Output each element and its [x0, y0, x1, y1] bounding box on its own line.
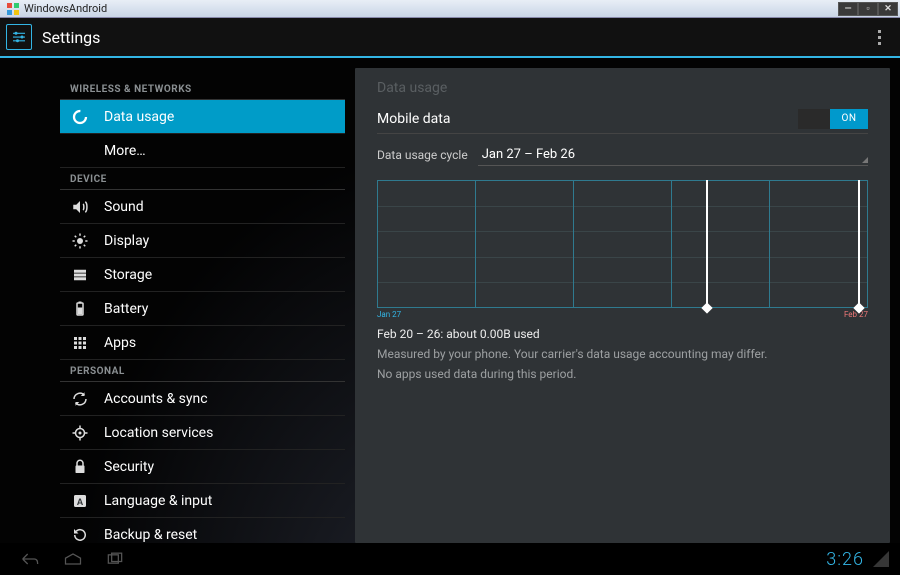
storage-icon — [70, 265, 90, 285]
system-bar: 3:26 — [0, 543, 900, 575]
cycle-value: Jan 27 – Feb 26 — [482, 147, 575, 162]
sidebar-item-data-usage[interactable]: Data usage — [60, 100, 345, 134]
language-icon: A — [70, 491, 90, 511]
sidebar-item-label: Battery — [104, 301, 148, 317]
overflow-menu-button[interactable] — [864, 17, 894, 57]
signal-icon — [872, 550, 890, 568]
window-titlebar: WindowsAndroid — ▫ ✕ — [0, 0, 900, 18]
backup-icon — [70, 525, 90, 545]
cycle-dropdown[interactable]: Jan 27 – Feb 26 — [478, 144, 868, 166]
page-title: Settings — [42, 28, 100, 47]
mobile-data-label: Mobile data — [377, 111, 798, 127]
back-button[interactable] — [10, 543, 52, 575]
sidebar-item-label: Apps — [104, 335, 136, 351]
status-clock[interactable]: 3:26 — [826, 549, 864, 570]
sync-icon — [70, 389, 90, 409]
sidebar-item-battery[interactable]: Battery — [60, 292, 345, 326]
app-icon — [6, 2, 20, 16]
location-icon — [70, 423, 90, 443]
svg-text:A: A — [77, 496, 84, 506]
sidebar-item-storage[interactable]: Storage — [60, 258, 345, 292]
sidebar-item-label: Location services — [104, 425, 213, 441]
cycle-row: Data usage cycle Jan 27 – Feb 26 — [377, 134, 868, 176]
section-header-device: DEVICE — [60, 168, 345, 190]
sound-icon — [70, 197, 90, 217]
lock-icon — [70, 457, 90, 477]
sidebar-item-label: Security — [104, 459, 154, 475]
sidebar-item-apps[interactable]: Apps — [60, 326, 345, 360]
sidebar-item-sound[interactable]: Sound — [60, 190, 345, 224]
usage-summary: Feb 20 – 26: about 0.00B used — [377, 327, 868, 341]
sidebar-item-location[interactable]: Location services — [60, 416, 345, 450]
data-usage-icon — [70, 107, 90, 127]
switch-state: ON — [830, 109, 868, 129]
content-area: WIRELESS & NETWORKS Data usage More… DEV… — [0, 58, 900, 543]
sidebar-item-more[interactable]: More… — [60, 134, 345, 168]
range-selector-start[interactable] — [706, 180, 708, 308]
sidebar-item-label: Data usage — [104, 109, 174, 125]
detail-pane: Data usage Mobile data ON Data usage cyc… — [355, 68, 890, 543]
sidebar-item-label: More… — [104, 143, 146, 159]
sidebar-item-label: Storage — [104, 267, 152, 283]
battery-icon — [70, 299, 90, 319]
detail-header: Data usage — [377, 80, 868, 104]
no-apps-note: No apps used data during this period. — [377, 367, 868, 381]
close-button[interactable]: ✕ — [878, 2, 898, 16]
sidebar-item-security[interactable]: Security — [60, 450, 345, 484]
settings-sidebar: WIRELESS & NETWORKS Data usage More… DEV… — [60, 68, 345, 543]
display-icon — [70, 231, 90, 251]
sidebar-item-label: Backup & reset — [104, 527, 197, 543]
minimize-button[interactable]: — — [838, 2, 858, 16]
maximize-button[interactable]: ▫ — [858, 2, 878, 16]
sidebar-item-display[interactable]: Display — [60, 224, 345, 258]
home-button[interactable] — [52, 543, 94, 575]
chart-x-labels: Jan 27 Feb 27 — [377, 310, 868, 319]
range-selector-end[interactable] — [858, 180, 860, 308]
mobile-data-row: Mobile data ON — [377, 104, 868, 134]
section-header-personal: PERSONAL — [60, 360, 345, 382]
android-root: Settings WIRELESS & NETWORKS Data usage … — [0, 18, 900, 575]
sidebar-item-label: Accounts & sync — [104, 391, 208, 407]
sidebar-item-language[interactable]: A Language & input — [60, 484, 345, 518]
sidebar-item-label: Language & input — [104, 493, 212, 509]
recents-button[interactable] — [94, 543, 136, 575]
sidebar-item-label: Sound — [104, 199, 144, 215]
mobile-data-switch[interactable]: ON — [798, 109, 868, 129]
sidebar-item-accounts-sync[interactable]: Accounts & sync — [60, 382, 345, 416]
window-title: WindowsAndroid — [24, 2, 838, 15]
cycle-label: Data usage cycle — [377, 148, 468, 162]
action-bar: Settings — [0, 18, 900, 58]
settings-icon — [6, 24, 32, 50]
sidebar-item-label: Display — [104, 233, 149, 249]
chart-x-start: Jan 27 — [377, 310, 401, 319]
section-header-wireless: WIRELESS & NETWORKS — [60, 78, 345, 100]
measured-note: Measured by your phone. Your carrier's d… — [377, 347, 868, 361]
apps-icon — [70, 333, 90, 353]
data-usage-chart[interactable] — [377, 180, 868, 308]
